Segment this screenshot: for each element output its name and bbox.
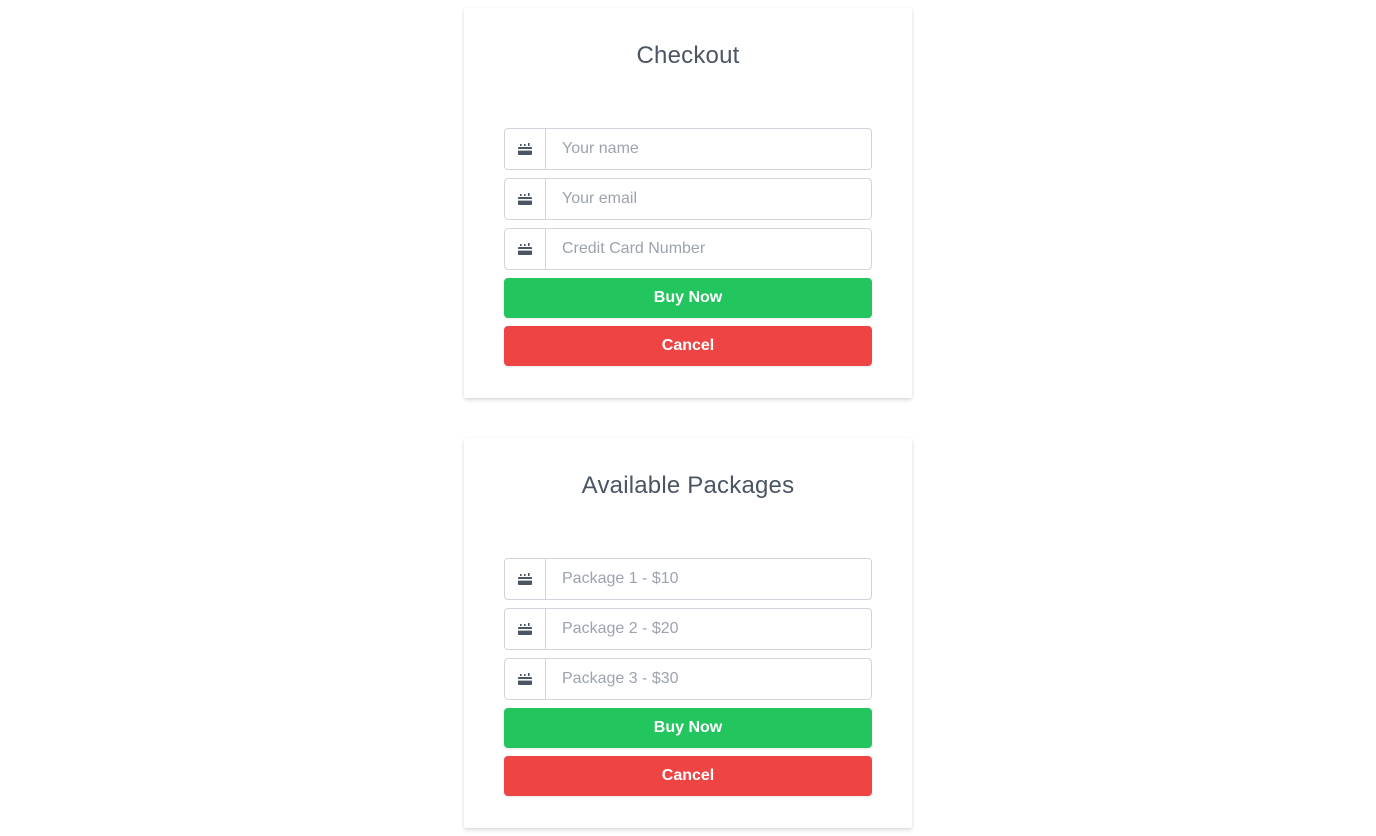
- package-1-input[interactable]: [546, 559, 871, 599]
- credit-card-icon: [505, 129, 546, 169]
- credit-card-icon: [505, 229, 546, 269]
- credit-card-field: [504, 228, 872, 270]
- checkout-cancel-button[interactable]: Cancel: [504, 326, 872, 366]
- email-field: [504, 178, 872, 220]
- name-input[interactable]: [546, 129, 871, 169]
- package-3-field: [504, 658, 872, 700]
- packages-title: Available Packages: [581, 472, 795, 499]
- packages-cancel-button[interactable]: Cancel: [504, 756, 872, 796]
- packages-card: Available Packages Buy Now Cancel: [464, 438, 912, 828]
- package-1-field: [504, 558, 872, 600]
- checkout-title: Checkout: [636, 42, 740, 69]
- credit-card-icon: [505, 559, 546, 599]
- credit-card-icon: [505, 659, 546, 699]
- email-input[interactable]: [546, 179, 871, 219]
- package-2-field: [504, 608, 872, 650]
- credit-card-input[interactable]: [546, 229, 871, 269]
- credit-card-icon: [505, 609, 546, 649]
- packages-buy-now-button[interactable]: Buy Now: [504, 708, 872, 748]
- package-2-input[interactable]: [546, 609, 871, 649]
- checkout-buy-now-button[interactable]: Buy Now: [504, 278, 872, 318]
- credit-card-icon: [505, 179, 546, 219]
- package-3-input[interactable]: [546, 659, 871, 699]
- checkout-card: Checkout Buy Now Cancel: [464, 8, 912, 398]
- name-field: [504, 128, 872, 170]
